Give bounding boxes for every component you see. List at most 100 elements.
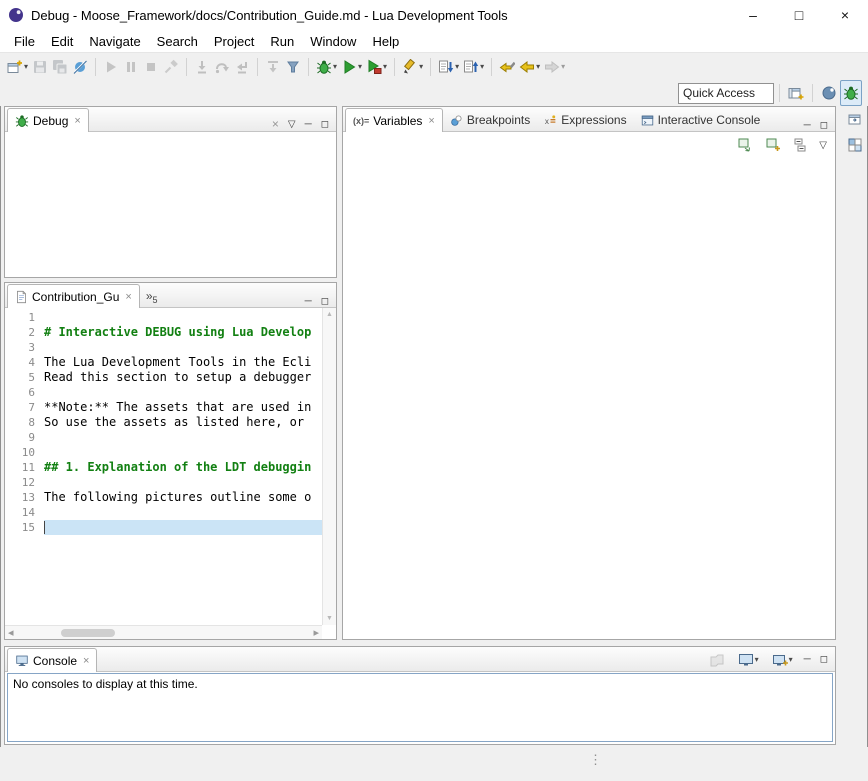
new-wizard-dropdown-icon[interactable]: ▾ — [24, 62, 28, 71]
previous-annotation-button[interactable]: ▾ — [461, 55, 486, 78]
open-console-dropdown-icon[interactable]: ▾ — [789, 655, 793, 664]
drop-to-frame-button[interactable] — [263, 55, 283, 78]
tab-variables[interactable]: (x)= Variables × — [345, 108, 443, 132]
tab-expressions[interactable]: x Expressions — [537, 109, 633, 131]
next-annotation-dropdown-icon[interactable]: ▾ — [455, 62, 459, 71]
tab-debug[interactable]: Debug × — [7, 108, 89, 132]
maximize-icon[interactable]: ◻ — [820, 654, 828, 665]
collapse-all-button[interactable] — [791, 134, 811, 157]
menu-item[interactable]: Navigate — [81, 31, 148, 52]
editor-line[interactable]: 14 — [5, 505, 322, 520]
lua-perspective-button[interactable] — [818, 80, 840, 106]
run-button[interactable]: ▾ — [339, 55, 364, 78]
tab-contribution-guide[interactable]: Contribution_Gu × — [7, 284, 140, 308]
skip-breakpoints-button[interactable] — [70, 55, 90, 78]
scroll-down-icon[interactable]: ▼ — [326, 615, 333, 622]
display-console-button[interactable]: ▾ — [736, 648, 761, 671]
terminate-button[interactable] — [141, 55, 161, 78]
scroll-left-icon[interactable]: ◂ — [8, 626, 14, 639]
editor-line[interactable]: 8 So use the assets as listed here, or — [5, 415, 322, 430]
new-wizard-button[interactable]: ▾ — [5, 55, 30, 78]
editor-line[interactable]: 9 — [5, 430, 322, 445]
editor-line[interactable]: 7 **Note:** The assets that are used in — [5, 400, 322, 415]
editor-text-area[interactable]: 1 2 # Interactive DEBUG using Lua Develo… — [5, 308, 322, 625]
mark-occurrences-dropdown-icon[interactable]: ▾ — [419, 62, 423, 71]
editor-tab-overflow-button[interactable]: » 5 — [140, 287, 164, 307]
debug-button[interactable]: ▾ — [314, 55, 339, 78]
menu-item[interactable]: Search — [149, 31, 206, 52]
drag-handle-icon[interactable]: ⋮ — [589, 752, 602, 768]
close-icon[interactable]: × — [83, 655, 89, 667]
suspend-button[interactable] — [121, 55, 141, 78]
menu-item[interactable]: Help — [364, 31, 407, 52]
minimize-icon[interactable]: ─ — [305, 296, 312, 307]
quick-access-input[interactable]: Quick Access — [678, 83, 774, 104]
run-dropdown-icon[interactable]: ▾ — [358, 62, 362, 71]
window-maximize-button[interactable]: □ — [776, 0, 822, 30]
editor-line[interactable]: 4 The Lua Development Tools in the Ecli — [5, 355, 322, 370]
resume-button[interactable] — [101, 55, 121, 78]
console-output[interactable]: No consoles to display at this time. — [7, 673, 833, 742]
minimize-icon[interactable]: ─ — [804, 654, 811, 665]
editor-line[interactable]: 3 — [5, 340, 322, 355]
menu-item[interactable]: Edit — [43, 31, 81, 52]
disconnect-button[interactable] — [161, 55, 181, 78]
show-logical-structure-button[interactable] — [763, 134, 783, 157]
minimize-icon[interactable]: ─ — [305, 119, 312, 130]
tab-breakpoints[interactable]: Breakpoints — [443, 109, 537, 131]
show-type-names-button[interactable] — [735, 134, 755, 157]
step-over-button[interactable] — [212, 55, 232, 78]
tab-interactive-console[interactable]: Interactive Console — [634, 109, 768, 131]
last-edit-location-button[interactable] — [497, 55, 517, 78]
view-menu-icon[interactable]: ▽ — [288, 119, 296, 130]
view-menu-icon[interactable]: ▽ — [819, 140, 827, 151]
maximize-icon[interactable]: ◻ — [321, 119, 329, 130]
external-tools-dropdown-icon[interactable]: ▾ — [383, 62, 387, 71]
menu-item[interactable]: File — [6, 31, 43, 52]
mark-occurrences-button[interactable]: ▾ — [400, 55, 425, 78]
window-minimize-button[interactable]: – — [730, 0, 776, 30]
scroll-up-icon[interactable]: ▲ — [326, 311, 333, 318]
save-button[interactable] — [30, 55, 50, 78]
editor-vertical-scrollbar[interactable]: ▲ ▼ — [322, 308, 336, 625]
maximize-icon[interactable]: ◻ — [820, 120, 828, 131]
remove-terminated-icon[interactable]: × — [272, 117, 279, 131]
menu-item[interactable]: Project — [206, 31, 262, 52]
back-button[interactable]: ▾ — [517, 55, 542, 78]
editor-horizontal-scrollbar[interactable]: ◂ ▸ — [5, 625, 322, 639]
minimized-palette-icon[interactable] — [847, 137, 863, 153]
editor-line[interactable]: 6 — [5, 385, 322, 400]
open-perspective-button[interactable] — [785, 80, 807, 106]
menu-item[interactable]: Window — [302, 31, 364, 52]
maximize-icon[interactable]: ◻ — [321, 296, 329, 307]
external-tools-button[interactable]: ▾ — [364, 55, 389, 78]
forward-dropdown-icon[interactable]: ▾ — [561, 62, 565, 71]
next-annotation-button[interactable]: ▾ — [436, 55, 461, 78]
display-console-dropdown-icon[interactable]: ▾ — [755, 655, 759, 664]
close-icon[interactable]: × — [428, 115, 434, 127]
step-into-button[interactable] — [192, 55, 212, 78]
tab-console[interactable]: Console × — [7, 648, 97, 672]
step-filters-button[interactable] — [283, 55, 303, 78]
debug-dropdown-icon[interactable]: ▾ — [333, 62, 337, 71]
editor-line[interactable]: 1 — [5, 310, 322, 325]
step-return-button[interactable] — [232, 55, 252, 78]
editor-line[interactable]: 2 # Interactive DEBUG using Lua Develop — [5, 325, 322, 340]
close-icon[interactable]: × — [74, 115, 80, 127]
debug-perspective-button[interactable] — [840, 80, 862, 106]
menu-item[interactable]: Run — [262, 31, 302, 52]
editor-line[interactable]: 5 Read this section to setup a debugger — [5, 370, 322, 385]
minimized-view-restore-icon[interactable] — [847, 112, 863, 128]
pin-console-button[interactable] — [707, 648, 727, 671]
save-all-button[interactable] — [50, 55, 70, 78]
back-dropdown-icon[interactable]: ▾ — [536, 62, 540, 71]
variables-view-body[interactable] — [343, 158, 835, 639]
scrollbar-thumb[interactable] — [61, 629, 115, 637]
editor-line[interactable]: 12 — [5, 475, 322, 490]
minimize-icon[interactable]: ─ — [804, 120, 811, 131]
editor-line[interactable]: 10 — [5, 445, 322, 460]
close-icon[interactable]: × — [125, 291, 131, 303]
editor-line[interactable]: 13 The following pictures outline some o — [5, 490, 322, 505]
previous-annotation-dropdown-icon[interactable]: ▾ — [480, 62, 484, 71]
editor-line[interactable]: 11 ## 1. Explanation of the LDT debuggin — [5, 460, 322, 475]
